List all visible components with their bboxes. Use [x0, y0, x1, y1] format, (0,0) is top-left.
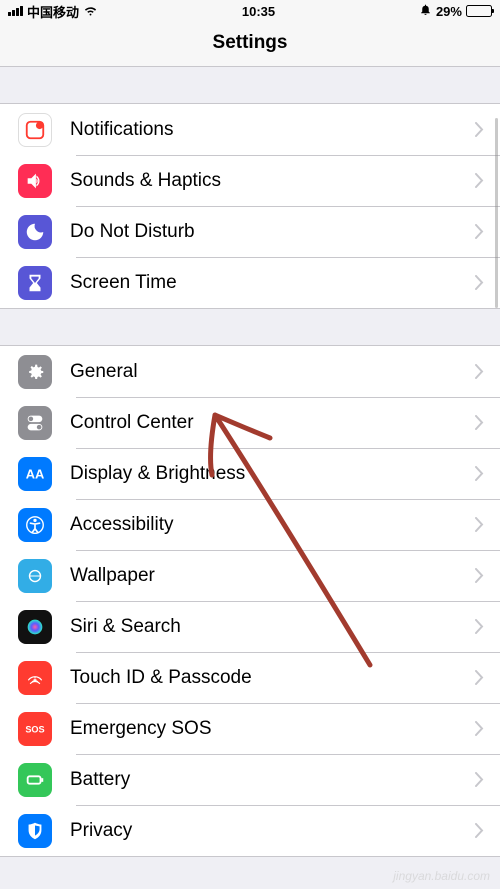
row-notifications[interactable]: Notifications [0, 104, 500, 155]
notifications-icon [18, 113, 52, 147]
row-label: Accessibility [70, 514, 475, 536]
row-label: Screen Time [70, 272, 475, 294]
chevron-icon [475, 415, 500, 430]
row-label: Emergency SOS [70, 718, 475, 740]
nav-header: Settings [0, 22, 500, 67]
siri-icon [18, 610, 52, 644]
row-label: Privacy [70, 820, 475, 842]
dnd-icon [18, 215, 52, 249]
svg-text:SOS: SOS [25, 724, 44, 734]
settings-group-1: Notifications Sounds & Haptics Do Not Di… [0, 103, 500, 309]
row-display[interactable]: AA Display & Brightness [0, 448, 500, 499]
row-accessibility[interactable]: Accessibility [0, 499, 500, 550]
sos-icon: SOS [18, 712, 52, 746]
row-dnd[interactable]: Do Not Disturb [0, 206, 500, 257]
carrier-label: 中国移动 [27, 2, 79, 21]
row-touchid[interactable]: Touch ID & Passcode [0, 652, 500, 703]
row-label: Do Not Disturb [70, 221, 475, 243]
status-right: 29% [419, 3, 492, 19]
row-privacy[interactable]: Privacy [0, 805, 500, 856]
svg-text:AA: AA [26, 466, 45, 481]
row-sounds[interactable]: Sounds & Haptics [0, 155, 500, 206]
battery-pct: 29% [436, 4, 462, 19]
display-icon: AA [18, 457, 52, 491]
row-label: Display & Brightness [70, 463, 475, 485]
alarm-icon [419, 3, 432, 19]
settings-group-2: General Control Center AA Display & Brig… [0, 345, 500, 857]
touchid-icon [18, 661, 52, 695]
accessibility-icon [18, 508, 52, 542]
row-screentime[interactable]: Screen Time [0, 257, 500, 308]
screentime-icon [18, 266, 52, 300]
row-sos[interactable]: SOS Emergency SOS [0, 703, 500, 754]
sounds-icon [18, 164, 52, 198]
control-center-icon [18, 406, 52, 440]
row-label: Sounds & Haptics [70, 170, 475, 192]
row-label: Control Center [70, 412, 475, 434]
row-wallpaper[interactable]: Wallpaper [0, 550, 500, 601]
chevron-icon [475, 517, 500, 532]
status-left: 中国移动 [8, 2, 98, 21]
row-battery[interactable]: Battery [0, 754, 500, 805]
chevron-icon [475, 721, 500, 736]
row-general[interactable]: General [0, 346, 500, 397]
battery-icon [466, 5, 492, 17]
row-label: Touch ID & Passcode [70, 667, 475, 689]
status-time: 10:35 [242, 4, 275, 19]
status-bar: 中国移动 10:35 29% [0, 0, 500, 22]
privacy-icon [18, 814, 52, 848]
row-label: Notifications [70, 119, 475, 141]
chevron-icon [475, 619, 500, 634]
row-label: Battery [70, 769, 475, 791]
chevron-icon [475, 670, 500, 685]
chevron-icon [475, 823, 500, 838]
row-siri[interactable]: Siri & Search [0, 601, 500, 652]
general-icon [18, 355, 52, 389]
watermark: jingyan.baidu.com [393, 869, 490, 883]
row-label: General [70, 361, 475, 383]
row-label: Wallpaper [70, 565, 475, 587]
row-label: Siri & Search [70, 616, 475, 638]
page-title: Settings [0, 32, 500, 54]
wallpaper-icon [18, 559, 52, 593]
chevron-icon [475, 364, 500, 379]
battery-icon [18, 763, 52, 797]
row-control-center[interactable]: Control Center [0, 397, 500, 448]
chevron-icon [475, 466, 500, 481]
wifi-icon [83, 2, 98, 20]
chevron-icon [475, 568, 500, 583]
scroll-indicator[interactable] [495, 118, 498, 308]
signal-icon [8, 6, 23, 16]
chevron-icon [475, 772, 500, 787]
